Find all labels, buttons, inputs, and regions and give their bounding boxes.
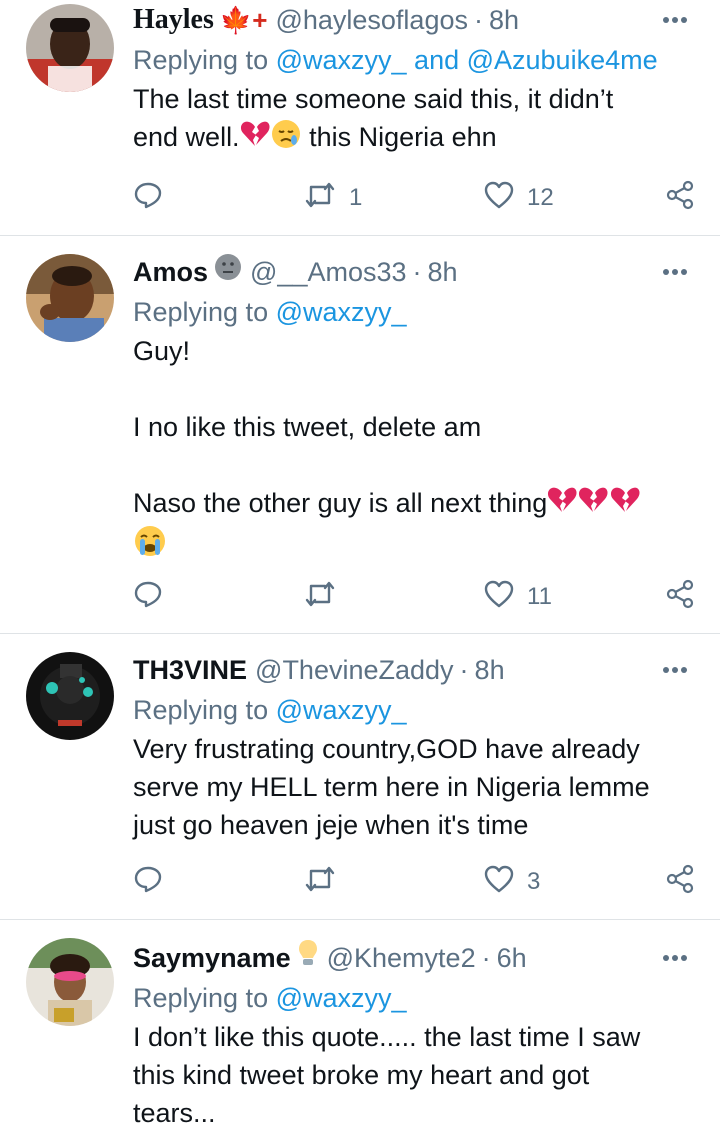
avatar-th3vine[interactable] [26,652,114,740]
tweet-body: Guy! I no like this tweet, delete am Nas… [133,332,690,568]
body-paragraph: Guy! [133,336,191,366]
mention-link[interactable]: @Azubuike4me [467,45,658,75]
name-emoji-suffix: 🍁+ [219,5,268,35]
more-icon[interactable] [662,938,688,978]
like-icon [483,579,515,616]
like-count: 3 [527,868,541,895]
more-icon[interactable] [662,252,688,292]
retweet-button[interactable] [303,577,349,617]
like-count: 11 [527,583,552,610]
display-name[interactable]: TH3VINE [133,650,247,690]
avatar-saymyname[interactable] [26,938,114,1026]
broken-heart-emoji [547,486,577,524]
share-icon [665,579,695,616]
broken-heart-emoji [240,120,270,158]
replying-prefix: Replying to [133,695,276,725]
replying-to: Replying to @waxzyy_ [133,292,690,332]
tweet-body: Very frustrating country,GOD have alread… [133,730,690,844]
tweet-amos[interactable]: Amos @__Amos33 · 8h Replying to @waxzyy_… [0,236,720,634]
body-line: I don’t like this quote..... the last ti… [133,1022,641,1052]
body-line: this Nigeria ehn [301,122,497,153]
body-line: this kind tweet broke my heart and got [133,1060,590,1090]
replying-prefix: Replying to [133,297,276,327]
timestamp[interactable]: 8h [475,650,505,690]
mention-joiner: and [406,45,467,75]
tweet-body: I don’t like this quote..... the last ti… [133,1018,690,1132]
share-button[interactable] [665,862,695,902]
separator-dot: · [459,655,469,685]
display-name[interactable]: Hayles [133,0,214,40]
tweet-th3vine[interactable]: TH3VINE @ThevineZaddy · 8h Replying to @… [0,634,720,920]
broken-heart-emoji [577,486,609,524]
avatar-amos[interactable] [26,254,114,342]
body-paragraph: I no like this tweet, delete am [133,412,482,442]
broken-heart-emoji [609,486,641,524]
retweet-button[interactable]: 1 [303,178,362,218]
reply-button[interactable] [133,178,163,218]
retweet-icon [303,181,337,216]
separator-dot: · [473,5,483,35]
replying-prefix: Replying to [133,45,276,75]
share-icon [665,864,695,901]
mention-link[interactable]: @waxzyy_ [276,45,407,75]
tweet-hayles[interactable]: Hayles 🍁+ @haylesoflagos · 8h Replying t… [0,0,720,236]
user-handle[interactable]: @__Amos33 [250,252,407,292]
timestamp[interactable]: 8h [428,252,458,292]
share-button[interactable] [665,577,695,617]
body-line: tears... [133,1098,216,1128]
body-line: The last time someone said this, it didn… [133,84,614,114]
user-handle[interactable]: @Khemyte2 [327,938,476,978]
like-button[interactable]: 12 [483,178,554,218]
retweet-icon [303,580,337,615]
retweet-count: 1 [349,184,363,211]
body-paragraph: Naso the other guy is all next thing [133,488,548,518]
sad-face-emoji [270,118,302,160]
avatar-hayles[interactable] [26,4,114,92]
separator-dot: · [481,943,491,973]
timestamp[interactable]: 8h [489,0,519,40]
neutral-face-emoji [214,252,242,292]
light-bulb-emoji [297,938,319,979]
display-name[interactable]: Amos [133,252,208,292]
tweet-body: The last time someone said this, it didn… [133,80,690,160]
share-button[interactable] [665,178,695,218]
mention-link[interactable]: @waxzyy_ [276,297,407,327]
body-line: just go heaven jeje when it's time [133,810,529,840]
like-icon [483,864,515,901]
like-button[interactable]: 11 [483,577,552,617]
mention-link[interactable]: @waxzyy_ [276,983,407,1013]
replying-prefix: Replying to [133,983,276,1013]
like-button[interactable]: 3 [483,862,540,902]
reply-icon [133,180,163,217]
more-icon[interactable] [662,650,688,690]
replying-to: Replying to @waxzyy_ and @Azubuike4me [133,40,690,80]
crying-face-emoji [133,524,167,568]
mention-link[interactable]: @waxzyy_ [276,695,407,725]
user-handle[interactable]: @ThevineZaddy [255,650,454,690]
body-line: end well. [133,122,240,153]
reply-icon [133,579,163,616]
display-name[interactable]: Saymyname [133,938,291,978]
like-icon [483,180,515,217]
timestamp[interactable]: 6h [497,938,527,978]
retweet-button[interactable] [303,862,349,902]
like-count: 12 [527,184,554,211]
retweet-icon [303,865,337,900]
replying-to: Replying to @waxzyy_ [133,978,690,1018]
body-line: serve my HELL term here in Nigeria lemme [133,772,650,802]
user-handle[interactable]: @haylesoflagos [275,0,468,40]
share-icon [665,180,695,217]
more-icon[interactable] [662,0,688,40]
reply-button[interactable] [133,577,163,617]
reply-button[interactable] [133,862,163,902]
tweet-saymyname[interactable]: Saymyname @Khemyte2 · 6h Replying to @wa… [0,920,720,1132]
body-line: Very frustrating country,GOD have alread… [133,734,640,764]
reply-icon [133,864,163,901]
replying-to: Replying to @waxzyy_ [133,690,690,730]
separator-dot: · [412,257,422,287]
